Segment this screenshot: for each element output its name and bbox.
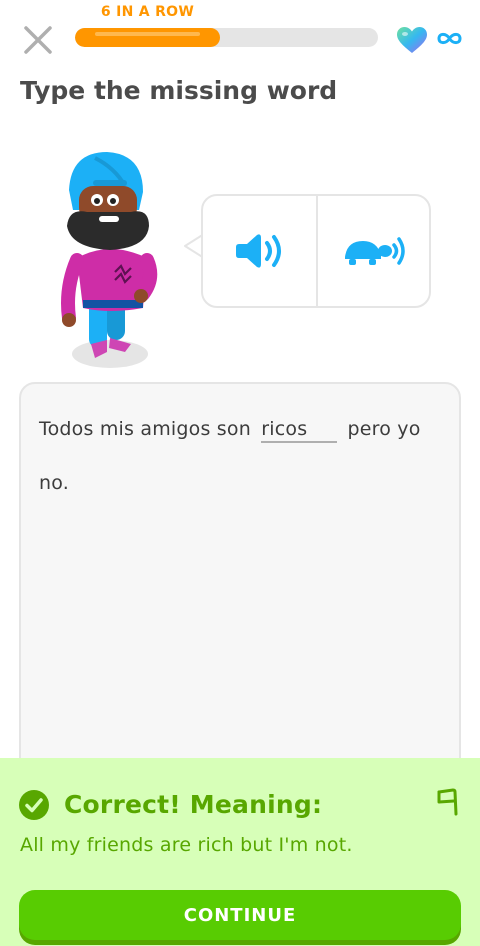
feedback-title: Correct! Meaning: bbox=[64, 790, 323, 819]
character-illustration bbox=[61, 152, 158, 368]
feedback-panel: Correct! Meaning: All my friends are ric… bbox=[0, 758, 480, 946]
sentence-before: Todos mis amigos son bbox=[39, 418, 251, 440]
lesson-progress-bar bbox=[75, 28, 378, 47]
flag-icon[interactable] bbox=[434, 788, 460, 816]
answer-area: Todos mis amigos son ricos pero yo no. bbox=[19, 382, 461, 806]
check-circle-icon bbox=[19, 790, 49, 820]
infinity-icon bbox=[437, 32, 462, 45]
close-icon[interactable] bbox=[20, 22, 56, 58]
heart-icon[interactable] bbox=[396, 26, 428, 54]
challenge-title: Type the missing word bbox=[20, 76, 338, 105]
progress-fill bbox=[75, 28, 221, 47]
translation-text: All my friends are rich but I'm not. bbox=[20, 834, 353, 856]
audio-speech-bubble bbox=[201, 194, 431, 308]
challenge-sentence: Todos mis amigos son ricos pero yo no. bbox=[39, 402, 444, 510]
turtle-icon bbox=[344, 237, 405, 265]
lesson-header: 6 IN A ROW bbox=[0, 0, 480, 70]
streak-label: 6 IN A ROW bbox=[100, 4, 195, 20]
play-slow-audio-button[interactable] bbox=[318, 196, 429, 306]
continue-button[interactable]: CONTINUE bbox=[19, 890, 461, 940]
play-audio-button[interactable] bbox=[203, 196, 316, 306]
progress-shine bbox=[95, 32, 201, 36]
speaker-icon bbox=[235, 234, 281, 268]
answer-input[interactable]: ricos bbox=[261, 417, 338, 443]
